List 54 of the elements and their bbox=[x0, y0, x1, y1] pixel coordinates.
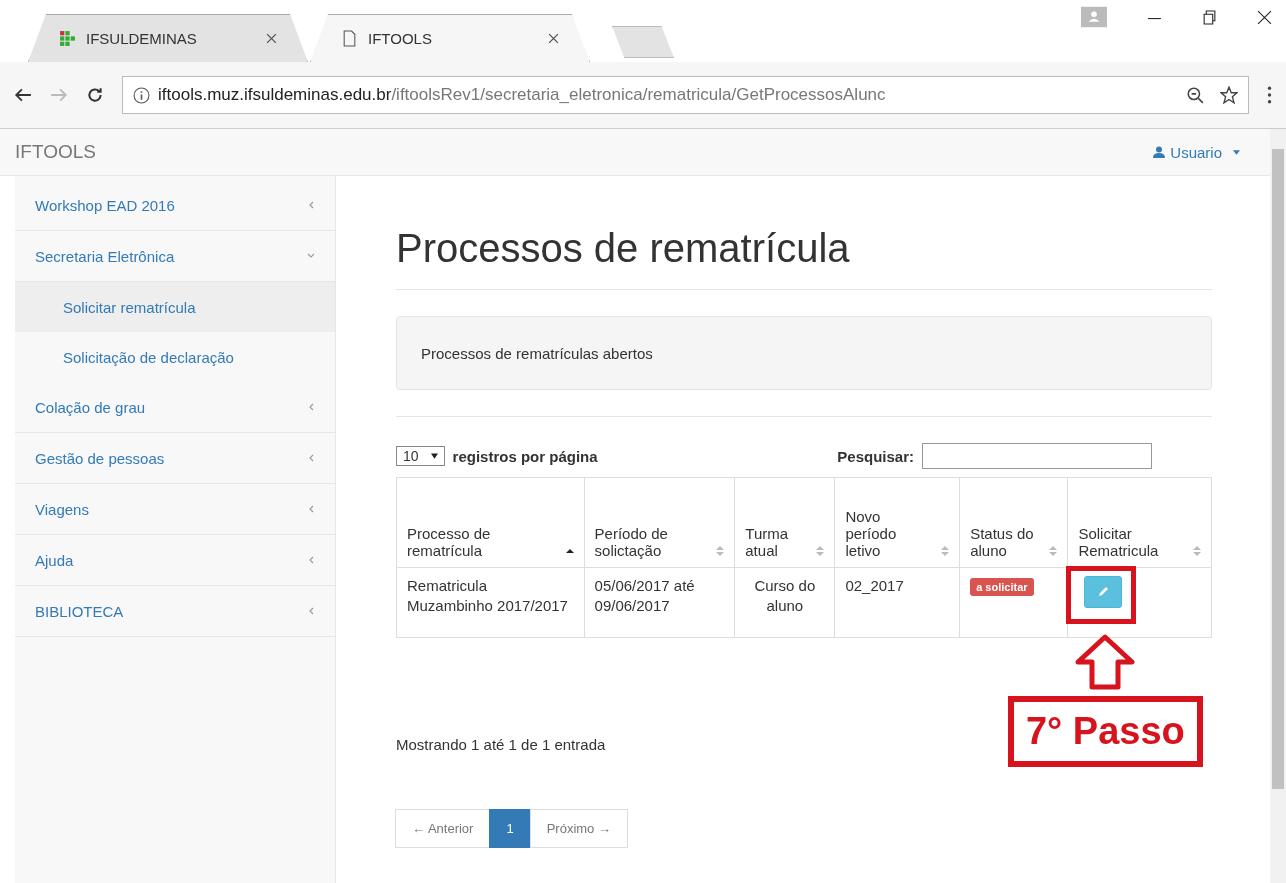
address-bar[interactable]: iftools.muz.ifsuldeminas.edu.br/iftoolsRev1/secretaria_eletronica/rematricula/GetProcessosAlunc bbox=[122, 76, 1249, 114]
back-arrow-icon[interactable] bbox=[14, 86, 32, 104]
url-text: iftools.muz.ifsuldeminas.edu.br/iftoolsRev1/secretaria_eletronica/rematricula/GetProcessosAlunc bbox=[158, 85, 887, 105]
column-header[interactable]: Processo de rematrícula bbox=[396, 477, 585, 568]
highlight-frame bbox=[1066, 566, 1137, 624]
column-header[interactable]: Novo período letivo bbox=[834, 477, 960, 568]
column-header[interactable]: Turma atual bbox=[734, 477, 835, 568]
table-cell: 05/06/2017 até 09/06/2017 bbox=[584, 567, 735, 638]
sidebar-subitem[interactable]: Solicitar rematrícula bbox=[15, 282, 335, 332]
sidebar-item[interactable]: Ajuda bbox=[15, 535, 335, 586]
grid-logo-icon bbox=[59, 30, 76, 47]
user-icon bbox=[1153, 146, 1166, 158]
search-label: Pesquisar: bbox=[837, 447, 914, 465]
sidebar-item[interactable]: Gestão de pessoas bbox=[15, 433, 335, 484]
scrollbar[interactable] bbox=[1270, 129, 1286, 883]
pagination-link[interactable]: Próximo → bbox=[529, 809, 628, 848]
star-icon[interactable] bbox=[1220, 86, 1238, 104]
table-cell: Curso do aluno bbox=[734, 567, 835, 638]
page-size-label: registros por página bbox=[452, 447, 598, 465]
pencil-icon bbox=[1097, 586, 1110, 598]
close-icon[interactable] bbox=[1257, 9, 1272, 25]
restore-icon[interactable] bbox=[1202, 9, 1217, 25]
column-header[interactable]: Solicitar Rematricula bbox=[1067, 477, 1212, 568]
menu-icon[interactable] bbox=[1267, 86, 1272, 104]
user-menu[interactable]: Usuario bbox=[1153, 143, 1240, 161]
caret-icon bbox=[1233, 149, 1240, 155]
close-icon[interactable] bbox=[548, 33, 559, 44]
column-header[interactable]: Status do aluno bbox=[959, 477, 1068, 568]
page-size-select[interactable]: 10 bbox=[396, 446, 445, 466]
caret-icon bbox=[430, 453, 438, 459]
zoom-icon[interactable] bbox=[1186, 86, 1204, 104]
search-field[interactable] bbox=[922, 443, 1152, 469]
sidebar-subitem[interactable]: Solicitação de declaração bbox=[15, 332, 335, 382]
table-cell: Rematricula Muzambinho 2017/2017 bbox=[396, 567, 585, 638]
browser-tab[interactable]: IFSULDEMINAS bbox=[28, 14, 308, 62]
status-label: a solicitar bbox=[970, 578, 1034, 596]
sidebar-item[interactable]: Colação de grau bbox=[15, 382, 335, 433]
pagination-link[interactable]: 1 bbox=[489, 809, 531, 848]
panel-text: Processos de rematrículas abertos bbox=[421, 344, 653, 362]
scroll-thumb[interactable] bbox=[1272, 149, 1284, 789]
brand-link[interactable]: IFTOOLS bbox=[15, 141, 96, 163]
table-cell: 02_2017 bbox=[834, 567, 960, 638]
browser-tab[interactable]: IFTOOLS bbox=[310, 14, 590, 62]
document-icon bbox=[341, 30, 358, 47]
reload-icon[interactable] bbox=[86, 86, 104, 104]
sidebar-item[interactable]: Workshop EAD 2016 bbox=[15, 180, 335, 231]
column-header[interactable]: Período de solictação bbox=[584, 477, 735, 568]
step-label: 7° Passo bbox=[1007, 696, 1203, 768]
info-icon bbox=[133, 86, 150, 104]
table-info: Mostrando 1 até 1 de 1 entrada bbox=[396, 736, 607, 753]
sidebar-item[interactable]: Viagens bbox=[15, 484, 335, 535]
page-title: Processos de rematrícula bbox=[396, 226, 851, 271]
sidebar-item[interactable]: BIBLIOTECA bbox=[15, 586, 335, 637]
up-arrow-icon bbox=[1075, 634, 1136, 690]
